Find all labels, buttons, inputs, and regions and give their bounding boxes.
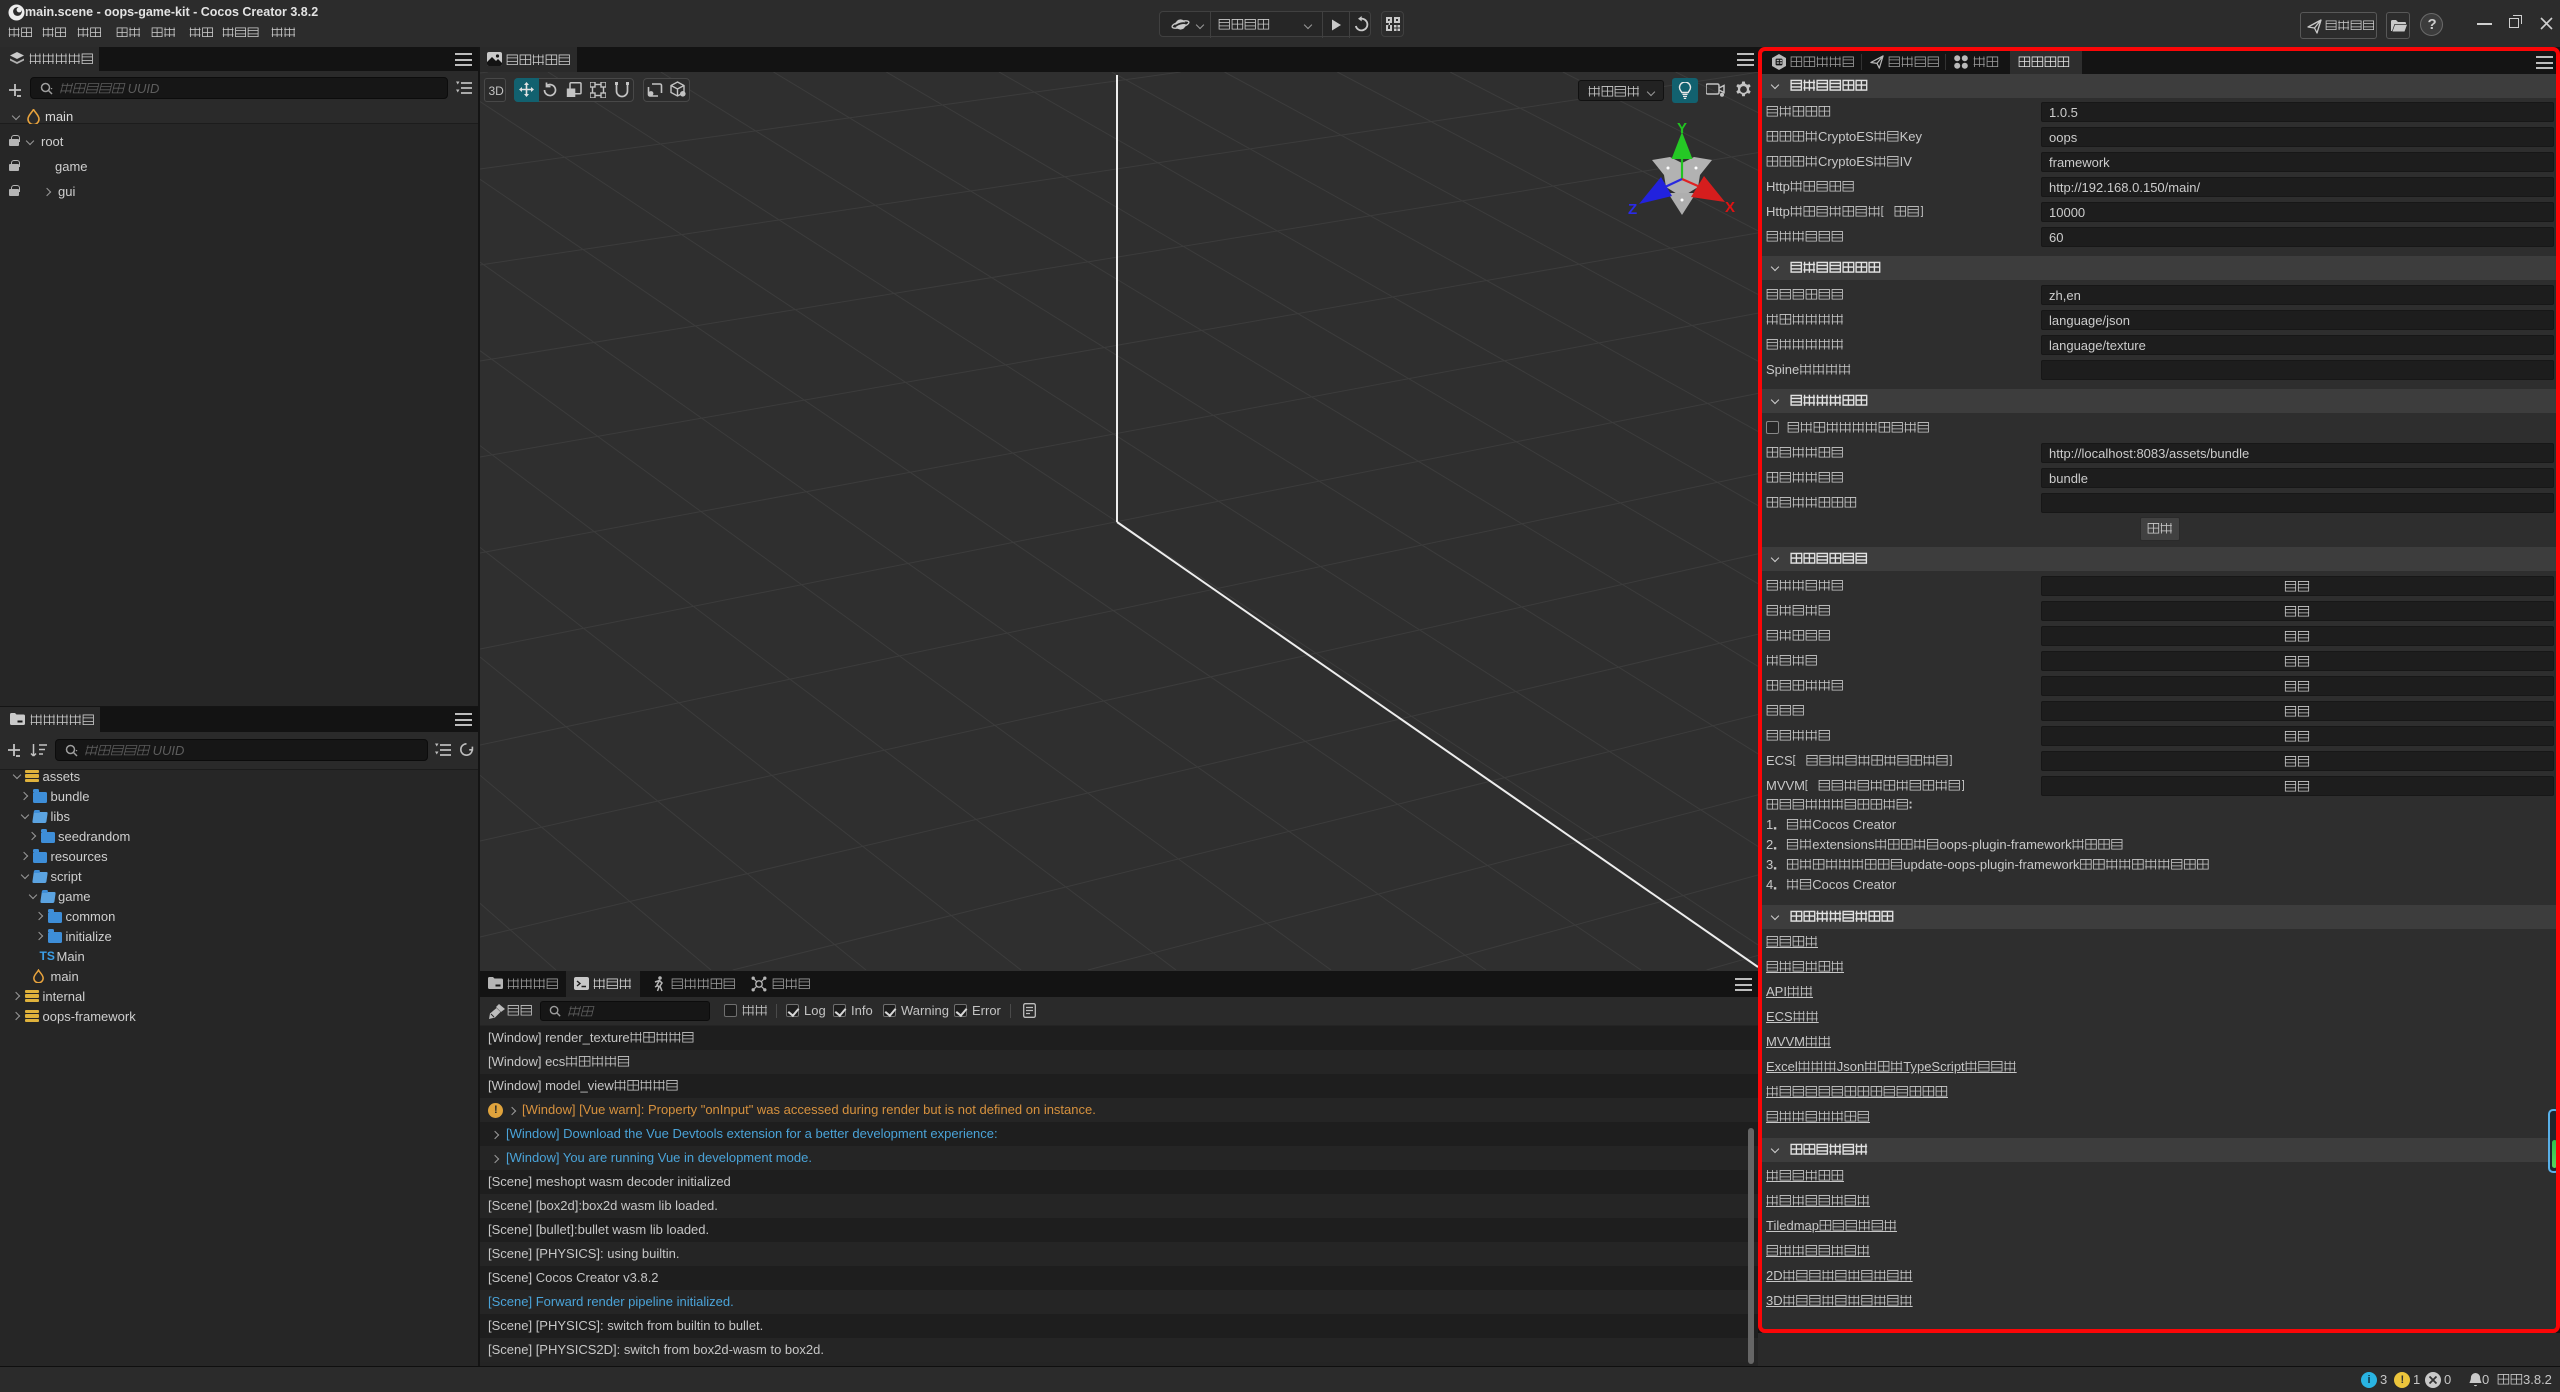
svg-text:Z: Z: [1628, 201, 1637, 218]
svg-text:Y: Y: [1677, 120, 1687, 137]
svg-text:X: X: [1725, 199, 1735, 216]
